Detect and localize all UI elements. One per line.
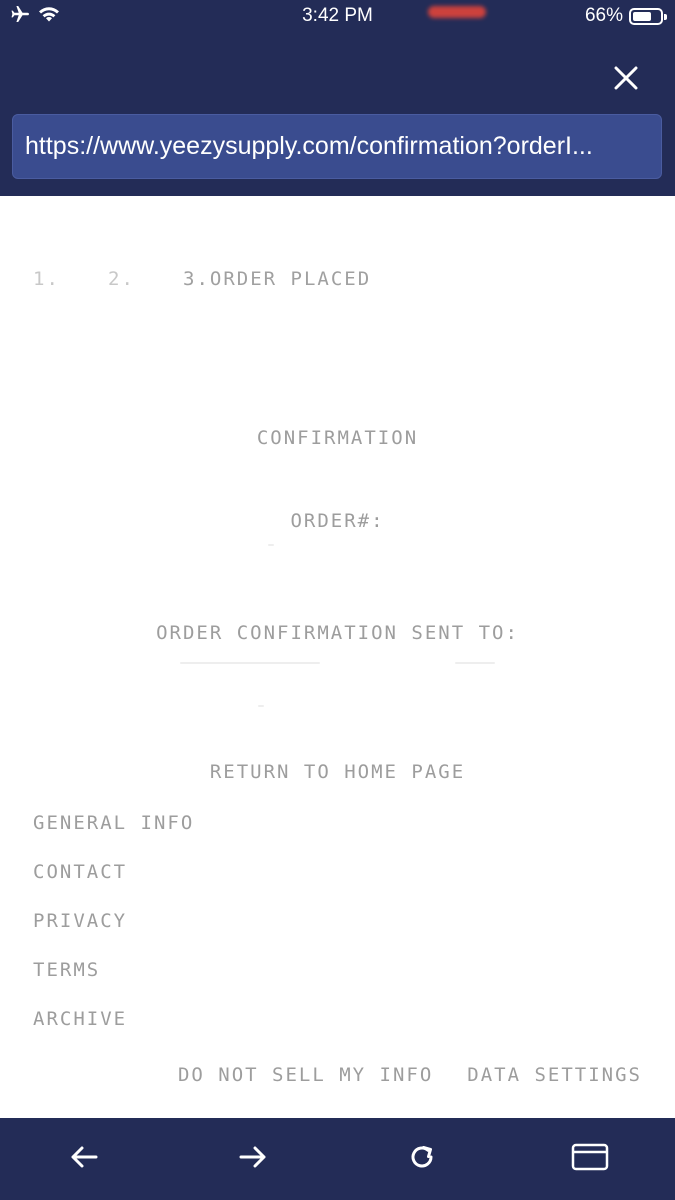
browser-bottom-toolbar	[0, 1118, 675, 1200]
redacted-email	[180, 662, 320, 664]
redacted-detail	[258, 705, 264, 707]
browser-top-bar: 3:42 PM 66% https://www.yeezysupply.com/…	[0, 0, 675, 196]
forward-button[interactable]	[233, 1139, 273, 1179]
do-not-sell-link[interactable]: DO NOT SELL MY INFO	[178, 1064, 433, 1086]
data-settings-link[interactable]: DATA SETTINGS	[467, 1064, 642, 1086]
reload-icon	[408, 1143, 436, 1176]
back-arrow-icon	[69, 1145, 99, 1174]
redaction-mark	[428, 6, 486, 18]
card-icon	[571, 1143, 609, 1176]
forward-arrow-icon	[238, 1145, 268, 1174]
battery-icon	[629, 7, 667, 25]
close-icon	[613, 65, 639, 96]
step-3-order-placed: 3.ORDER PLACED	[183, 268, 372, 290]
redacted-order-number	[268, 544, 274, 546]
url-bar[interactable]: https://www.yeezysupply.com/confirmation…	[12, 114, 662, 179]
footer-link-privacy[interactable]: PRIVACY	[33, 909, 194, 958]
battery-percent: 66%	[584, 5, 623, 26]
battery-nub	[664, 13, 667, 20]
footer-links: GENERAL INFO CONTACT PRIVACY TERMS ARCHI…	[33, 811, 194, 1056]
confirmation-heading: CONFIRMATION	[256, 427, 419, 449]
card-button[interactable]	[570, 1139, 610, 1179]
step-2: 2.	[108, 268, 135, 290]
status-time: 3:42 PM	[302, 5, 373, 26]
footer-link-general-info[interactable]: GENERAL INFO	[33, 811, 194, 860]
bottom-footer-links: DO NOT SELL MY INFO DATA SETTINGS	[178, 1064, 642, 1086]
checkout-steps: 1. 2. 3.ORDER PLACED	[33, 268, 371, 290]
close-button[interactable]	[606, 60, 646, 100]
status-bar: 3:42 PM 66%	[0, 0, 675, 34]
step-1: 1.	[33, 268, 60, 290]
order-number-label: ORDER#:	[290, 510, 385, 532]
back-button[interactable]	[64, 1139, 104, 1179]
sent-to-label: ORDER CONFIRMATION SENT TO:	[156, 622, 519, 644]
redacted-email-part	[455, 662, 495, 664]
reload-button[interactable]	[402, 1139, 442, 1179]
footer-link-terms[interactable]: TERMS	[33, 958, 194, 1007]
return-home-link[interactable]: RETURN TO HOME PAGE	[0, 761, 675, 783]
battery-fill	[633, 11, 652, 21]
footer-link-archive[interactable]: ARCHIVE	[33, 1007, 194, 1056]
status-right: 66%	[584, 4, 667, 28]
footer-link-contact[interactable]: CONTACT	[33, 860, 194, 909]
